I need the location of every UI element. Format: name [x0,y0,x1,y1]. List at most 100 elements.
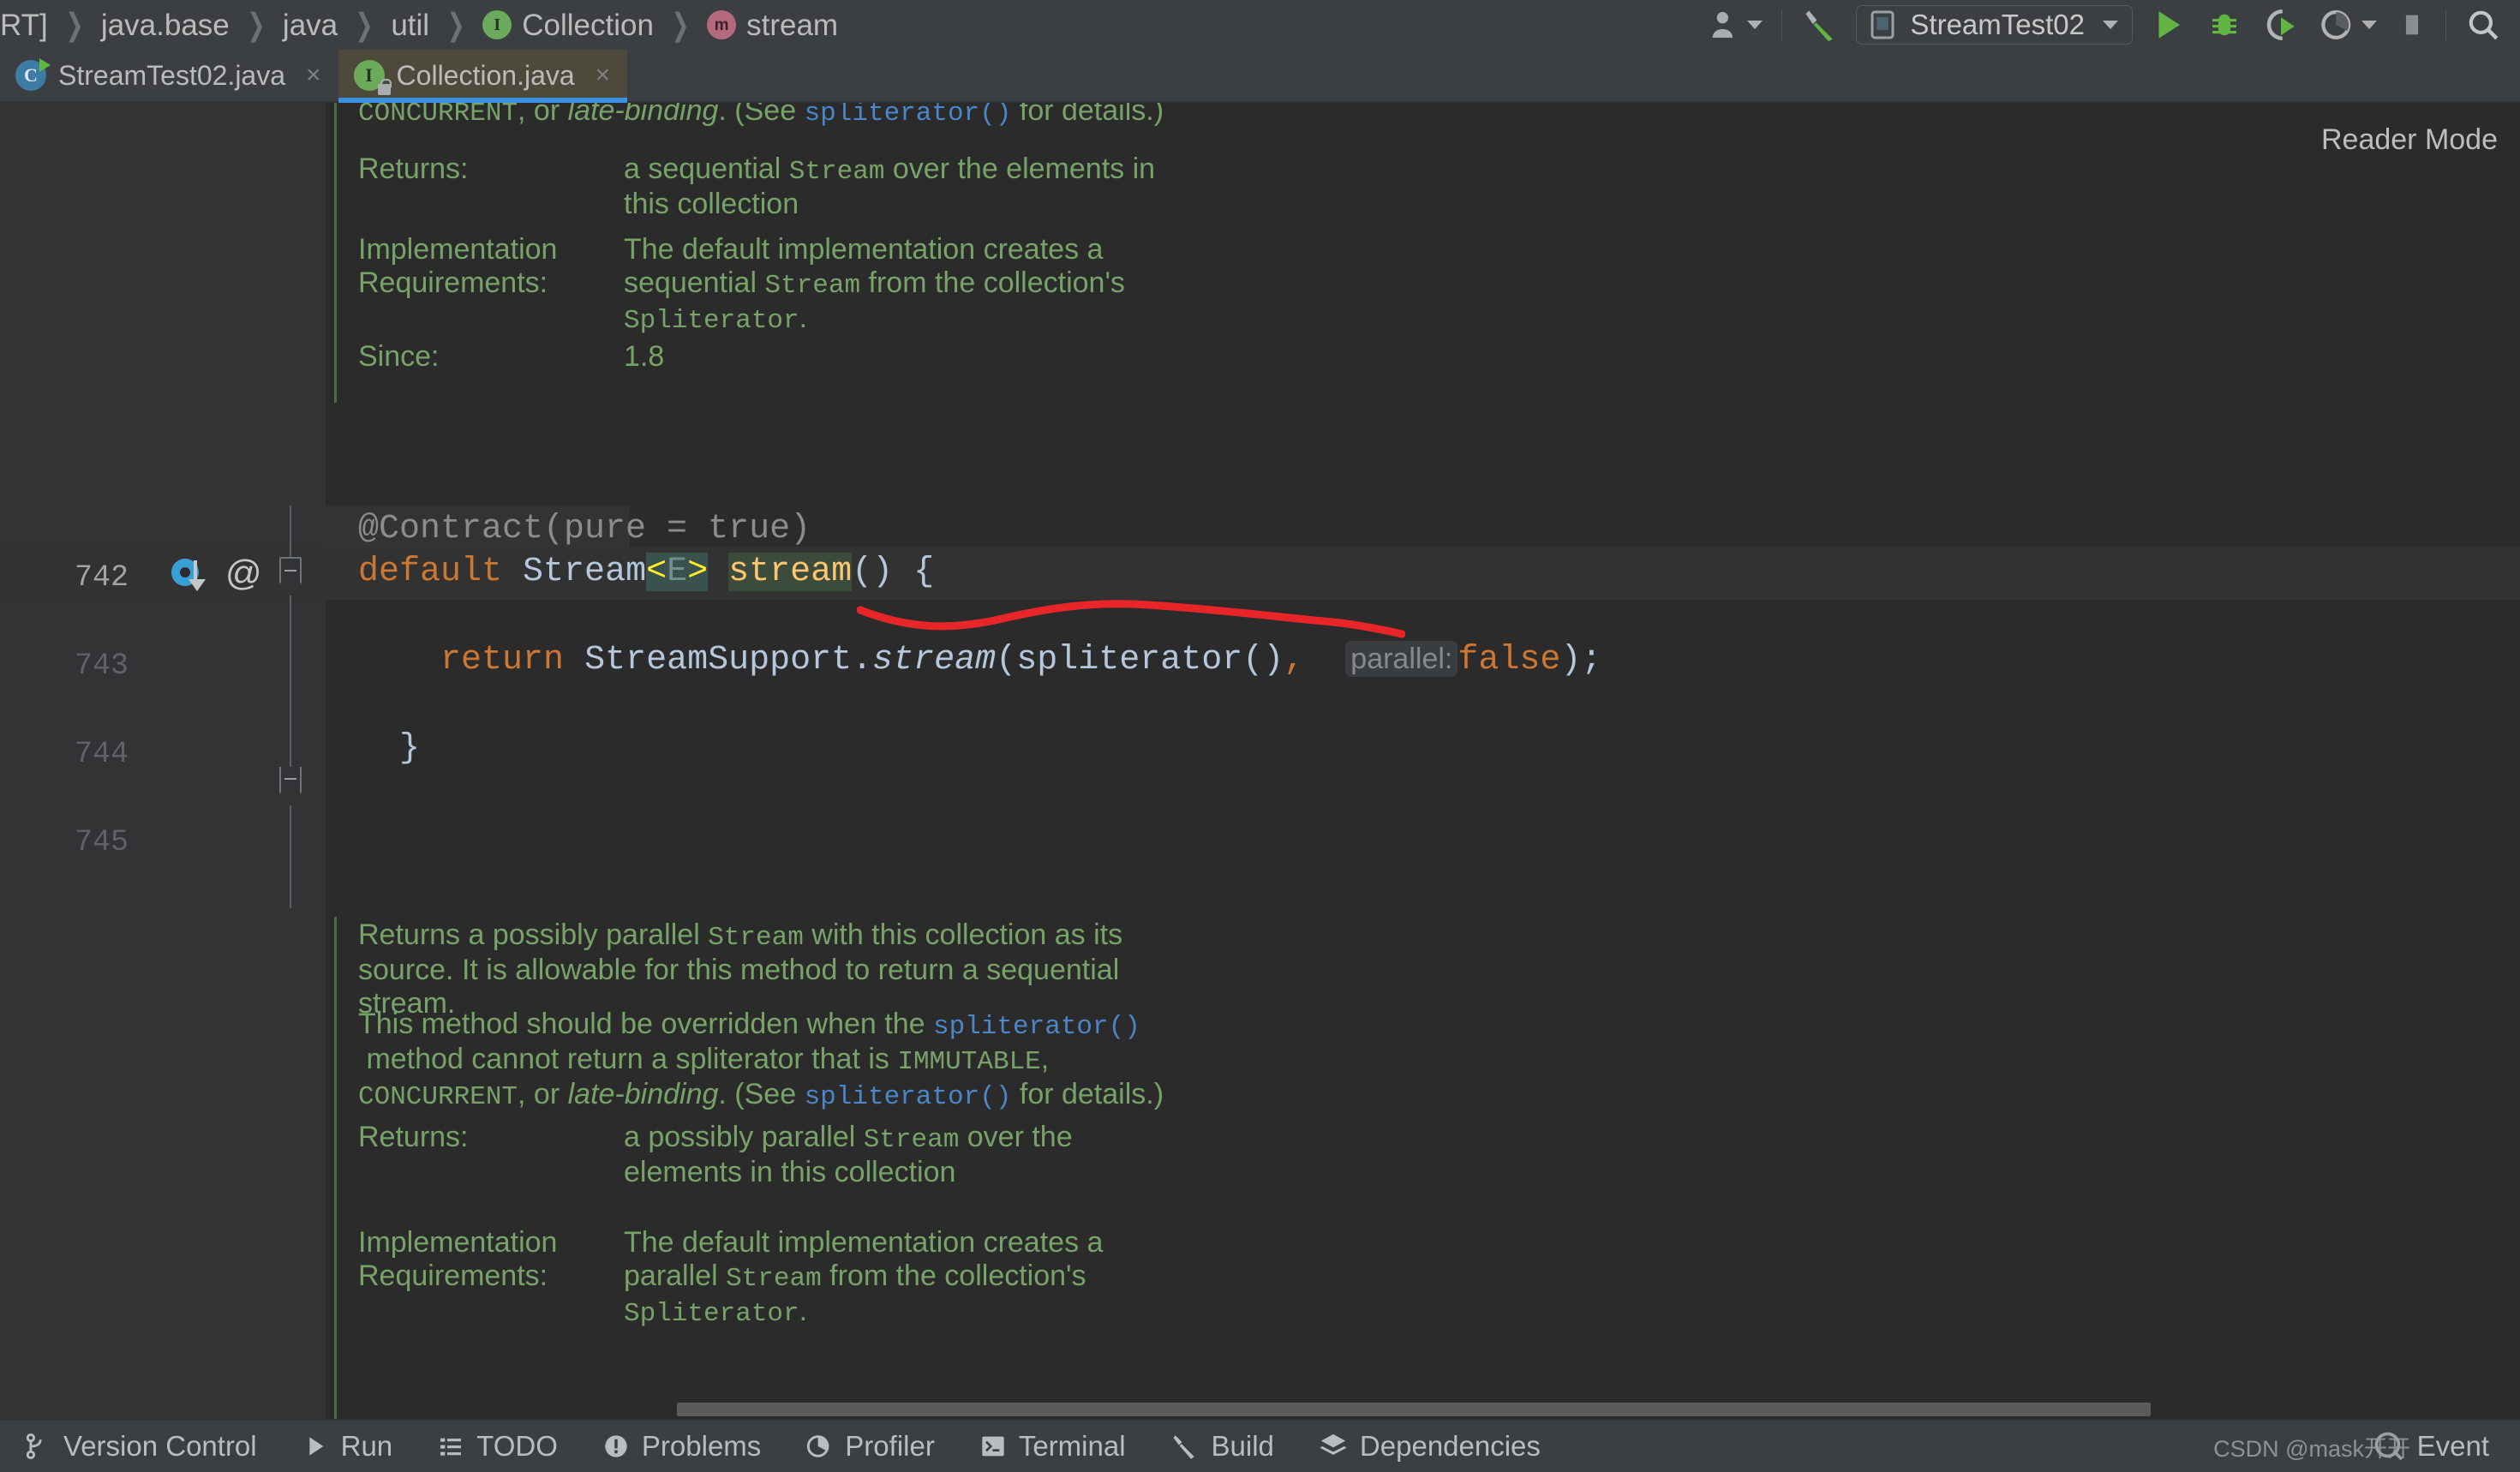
breadcrumb-label: RT] [0,8,48,42]
type-stream: Stream [523,553,647,591]
status-item-label: Profiler [845,1430,935,1462]
breadcrumb-label: stream [746,8,839,42]
javadoc-bottom-paragraph-2: This method should be overridden when th… [358,1008,1164,1112]
run-icon [2158,11,2180,39]
external-annotation-icon[interactable]: @ [225,555,262,591]
editor-horizontal-scrollbar[interactable] [660,1400,2520,1419]
status-item-todo[interactable]: TODO [415,1430,580,1463]
tab-streamtest02[interactable]: C StreamTest02.java × [0,50,338,101]
editor-gutter[interactable]: 742 743 744 745 @ [0,103,326,1419]
run-with-coverage-button[interactable] [2253,0,2309,50]
javadoc-tag-name: Returns: [358,153,469,185]
ide-window: RT] ❯ java.base ❯ java ❯ util ❯ I Collec… [0,0,2520,1472]
breadcrumb-separator: ❯ [355,7,374,42]
fold-guide-line [290,805,291,908]
search-everywhere-button[interactable] [2455,0,2511,50]
stop-icon [2405,15,2419,35]
run-config-icon [1871,10,1894,39]
csdn-watermark: CSDN @mask开开 [2213,1436,2410,1462]
tab-collection[interactable]: I Collection.java × [338,50,628,103]
run-button[interactable] [2140,0,2196,50]
status-item-terminal[interactable]: Terminal [957,1430,1148,1463]
status-item-version-control[interactable]: Version Control [0,1430,279,1463]
breadcrumb-item-java[interactable]: java [283,10,338,40]
run-icon [308,1437,323,1456]
javadoc-tag-name: Implementation Requirements: [358,1226,558,1293]
literal-false: false [1458,641,1561,679]
build-hammer-icon [1805,10,1834,42]
javadoc-left-bar [334,103,337,403]
run-configuration-name: StreamTest02 [1910,9,2085,40]
status-item-profiler[interactable]: Profiler [783,1430,957,1463]
profile-button[interactable] [2309,0,2387,50]
code-line-743[interactable]: return StreamSupport.stream(spliterator(… [358,641,1601,679]
method-name-stream[interactable]: stream [728,553,853,591]
editor-content[interactable]: CONCURRENT, or late-binding. (See splite… [326,103,2520,1419]
javadoc-link-spliterator[interactable]: spliterator() [933,1012,1140,1042]
javadoc-code-term: CONCURRENT [358,103,518,129]
implemented-method-icon[interactable] [171,559,206,591]
breadcrumb-item-javabase[interactable]: java.base [101,10,230,40]
method-parens: () [852,553,894,591]
chevron-down-icon [2361,21,2377,29]
javadoc-tag-returns: Returns: a sequential Stream over the el… [358,153,2520,221]
debug-icon [2212,14,2236,36]
run-configuration-selector[interactable]: StreamTest02 [1856,5,2133,45]
breadcrumb-item-util[interactable]: util [391,10,429,40]
javadoc-tag-value: The default implementation creates a para… [624,1226,1104,1330]
breadcrumb-label: util [391,8,430,42]
close-paren-semicolon: ); [1560,641,1602,679]
class-ref-streamsupport[interactable]: StreamSupport [584,641,852,679]
code-editor[interactable]: Reader Mode 742 743 744 745 @ CONCURRENT… [0,103,2520,1419]
account-button[interactable] [1697,0,1773,50]
toolbar-divider [1781,9,1783,40]
contract-annotation-inlay[interactable]: @Contract(pure = true) [358,510,811,548]
javadoc-left-bar [334,917,337,1419]
javadoc-emphasis: late-binding [567,103,719,127]
javadoc-link-spliterator[interactable]: spliterator() [805,103,1012,129]
interface-icon: I [482,10,512,39]
toolbar-divider [2445,9,2446,40]
status-bar: Version Control Run TODO Problems Profil… [0,1419,2520,1472]
status-item-problems[interactable]: Problems [580,1430,783,1463]
breadcrumb-separator: ❯ [446,7,465,42]
fold-collapse-end-icon[interactable] [279,767,302,805]
status-item-run[interactable]: Run [279,1430,416,1463]
status-item-dependencies[interactable]: Dependencies [1296,1430,1563,1463]
argument-spliterator[interactable]: spliterator() [1016,641,1284,679]
javadoc-link-spliterator[interactable]: spliterator() [805,1082,1012,1112]
breadcrumb-item-rt[interactable]: RT] [0,10,48,40]
status-item-label: TODO [476,1430,558,1462]
keyword-return: return [440,641,565,679]
debug-button[interactable] [2196,0,2253,50]
stop-button[interactable] [2387,0,2437,50]
close-brace: } [399,729,421,768]
chevron-down-icon [1747,21,1763,29]
scrollbar-thumb[interactable] [677,1403,2151,1416]
breadcrumb-label: Collection [522,8,654,42]
editor-tabs: C StreamTest02.java × I Collection.java … [0,50,2520,103]
tab-close-icon[interactable]: × [306,61,321,90]
breadcrumb-item-collection[interactable]: I Collection [482,10,654,40]
javadoc-tag-impl-requirements: Implementation Requirements: The default … [358,233,2520,337]
javadoc-tag-value: The default implementation creates a sequ… [624,233,1125,337]
generic-open-bracket: < [646,553,667,591]
javadoc-tag-name: Implementation Requirements: [358,233,558,300]
generic-close-bracket: > [687,553,709,591]
tab-close-icon[interactable]: × [596,61,611,90]
javadoc-tag-since: Since: 1.8 [358,340,2520,374]
status-item-label: Build [1211,1430,1274,1462]
status-item-build[interactable]: Build [1148,1430,1296,1463]
fold-collapse-icon[interactable] [279,557,302,595]
build-button[interactable] [1791,0,1849,50]
static-method-stream[interactable]: stream [872,641,996,679]
java-interface-readonly-icon: I [353,60,392,95]
code-line-744[interactable]: } [358,729,420,768]
parameter-name-hint[interactable]: parallel: [1345,641,1458,677]
code-line-742[interactable]: default Stream<E> stream() { [358,553,934,591]
javadoc-tag-name: Since: [358,340,440,373]
breadcrumb-item-stream[interactable]: m stream [707,10,838,40]
java-class-icon: C [15,58,51,91]
status-item-label: Terminal [1018,1430,1126,1462]
breadcrumb-label: java [282,8,338,42]
